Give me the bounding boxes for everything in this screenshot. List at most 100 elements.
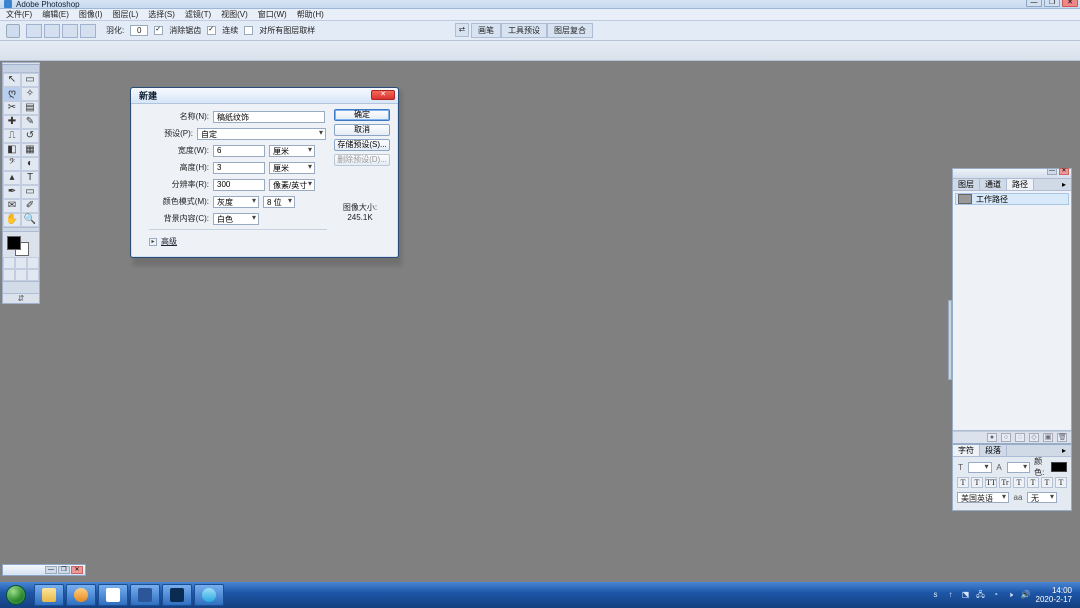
palette-tab-toolpresets[interactable]: 工具预设	[501, 23, 547, 38]
select-height-unit[interactable]: 厘米	[269, 162, 315, 174]
font-size-select[interactable]	[968, 462, 992, 473]
tab-paths[interactable]: 路径	[1007, 179, 1034, 190]
advanced-label[interactable]: 高级	[161, 236, 177, 247]
shape-tool-icon[interactable]: ▭	[21, 185, 39, 199]
type-tool-icon[interactable]: T	[21, 171, 39, 185]
tab-paragraph[interactable]: 段落	[980, 445, 1007, 456]
quickmask-mask-icon[interactable]	[15, 257, 27, 269]
language-select[interactable]: 美国英语	[957, 492, 1009, 503]
palette-toggle-icon[interactable]: ⮂	[455, 23, 469, 37]
path-item[interactable]: 工作路径	[955, 193, 1069, 205]
stamp-tool-icon[interactable]: ⎍	[3, 129, 21, 143]
task-app1[interactable]	[98, 584, 128, 606]
menu-filter[interactable]: 滤镜(T)	[185, 9, 211, 20]
tray-network-icon[interactable]: 🖧	[976, 590, 986, 600]
brush-tool-icon[interactable]: ✎	[21, 115, 39, 129]
maximize-button[interactable]: ❐	[1044, 0, 1060, 7]
palette-tab-brushes[interactable]: 画笔	[471, 23, 501, 38]
tray-icon-2[interactable]: ↑	[946, 590, 956, 600]
feather-input[interactable]: 0	[130, 25, 148, 36]
screenmode-std-icon[interactable]	[3, 269, 15, 281]
allcaps-button[interactable]: TT	[985, 477, 997, 488]
panel-header[interactable]: — ✕	[953, 169, 1071, 179]
move-tool-icon[interactable]: ↖	[3, 73, 21, 87]
eraser-tool-icon[interactable]: ◧	[3, 143, 21, 157]
healing-tool-icon[interactable]: ✚	[3, 115, 21, 129]
palette-tab-layercomps[interactable]: 图层复合	[547, 23, 593, 38]
input-height[interactable]: 3	[213, 162, 265, 174]
dialog-titlebar[interactable]: 新建 ✕	[131, 88, 398, 104]
faux-italic-button[interactable]: T	[971, 477, 983, 488]
antialias-checkbox[interactable]	[154, 26, 163, 35]
mindoc-close-button[interactable]: ✕	[71, 566, 83, 574]
start-button[interactable]	[0, 582, 32, 608]
new-path-icon[interactable]: ▣	[1043, 433, 1053, 442]
smallcaps-button[interactable]: Tr	[999, 477, 1011, 488]
marquee-tool-icon[interactable]: ▭	[21, 73, 39, 87]
magic-wand-tool-icon[interactable]: ✧	[21, 87, 39, 101]
foreground-color-swatch[interactable]	[7, 236, 21, 250]
menu-edit[interactable]: 编辑(E)	[42, 9, 69, 20]
tray-icon-1[interactable]: s	[931, 590, 941, 600]
color-swatches[interactable]	[3, 231, 39, 257]
tray-icon-6[interactable]: 🕨	[1006, 590, 1016, 600]
faux-bold-button[interactable]: T	[957, 477, 969, 488]
screen-mode-icon[interactable]	[27, 257, 39, 269]
contiguous-checkbox[interactable]	[207, 26, 216, 35]
toolbox-handle[interactable]	[3, 65, 39, 73]
save-preset-button[interactable]: 存储预设(S)...	[334, 139, 390, 151]
dialog-close-button[interactable]: ✕	[371, 90, 395, 100]
tab-layers[interactable]: 图层	[953, 179, 980, 190]
sample-all-checkbox[interactable]	[244, 26, 253, 35]
panel-menu-icon[interactable]: ▸	[1057, 179, 1071, 190]
task-ie[interactable]	[194, 584, 224, 606]
input-resolution[interactable]: 300	[213, 179, 265, 191]
stroke-path-icon[interactable]: ○	[1001, 433, 1011, 442]
menu-image[interactable]: 图像(I)	[79, 9, 103, 20]
eyedropper-tool-icon[interactable]: ✐	[21, 199, 39, 213]
underline-button[interactable]: T	[1041, 477, 1053, 488]
history-brush-tool-icon[interactable]: ↺	[21, 129, 39, 143]
panel-close-button[interactable]: ✕	[1059, 168, 1069, 175]
selmode-new[interactable]	[26, 24, 42, 38]
menu-view[interactable]: 视图(V)	[221, 9, 248, 20]
toolbox-expand-icon[interactable]: ⇵	[3, 293, 39, 303]
selmode-sub[interactable]	[62, 24, 78, 38]
gradient-tool-icon[interactable]: ▦	[21, 143, 39, 157]
mindoc-max-button[interactable]: ❐	[58, 566, 70, 574]
delete-path-icon[interactable]: 🗑	[1057, 433, 1067, 442]
menu-layer[interactable]: 图层(L)	[112, 9, 138, 20]
quickmask-standard-icon[interactable]	[3, 257, 15, 269]
menu-window[interactable]: 窗口(W)	[258, 9, 287, 20]
tray-icon-5[interactable]: ◔	[991, 590, 1001, 600]
selmode-int[interactable]	[80, 24, 96, 38]
tray-icon-3[interactable]: ⬔	[961, 590, 971, 600]
task-word[interactable]	[130, 584, 160, 606]
screenmode-full-menu-icon[interactable]	[15, 269, 27, 281]
sel-to-path-icon[interactable]: ◇	[1029, 433, 1039, 442]
crop-tool-icon[interactable]: ✂	[3, 101, 21, 115]
select-background[interactable]: 白色	[213, 213, 259, 225]
dodge-tool-icon[interactable]: ◐	[21, 157, 39, 171]
input-width[interactable]: 6	[213, 145, 265, 157]
ok-button[interactable]: 确定	[334, 109, 390, 121]
zoom-tool-icon[interactable]: 🔍	[21, 213, 39, 227]
text-color-swatch[interactable]	[1051, 462, 1067, 472]
slice-tool-icon[interactable]: ▤	[21, 101, 39, 115]
pen-tool-icon[interactable]: ✒	[3, 185, 21, 199]
fill-path-icon[interactable]: ●	[987, 433, 997, 442]
subscript-button[interactable]: T	[1027, 477, 1039, 488]
advanced-disclosure-icon[interactable]: ▸	[149, 238, 157, 246]
mindoc-restore-button[interactable]: —	[45, 566, 57, 574]
screenmode-full-icon[interactable]	[27, 269, 39, 281]
current-tool-icon[interactable]	[6, 24, 20, 38]
strikethrough-button[interactable]: T	[1055, 477, 1067, 488]
select-bitdepth[interactable]: 8 位	[263, 196, 295, 208]
char-panel-menu-icon[interactable]: ▸	[1057, 445, 1071, 456]
panel-min-button[interactable]: —	[1047, 168, 1057, 175]
close-button[interactable]: ✕	[1062, 0, 1078, 7]
tab-channels[interactable]: 通道	[980, 179, 1007, 190]
hand-tool-icon[interactable]: ✋	[3, 213, 21, 227]
input-name[interactable]: 稿纸纹饰	[213, 111, 325, 123]
notes-tool-icon[interactable]: ✉	[3, 199, 21, 213]
